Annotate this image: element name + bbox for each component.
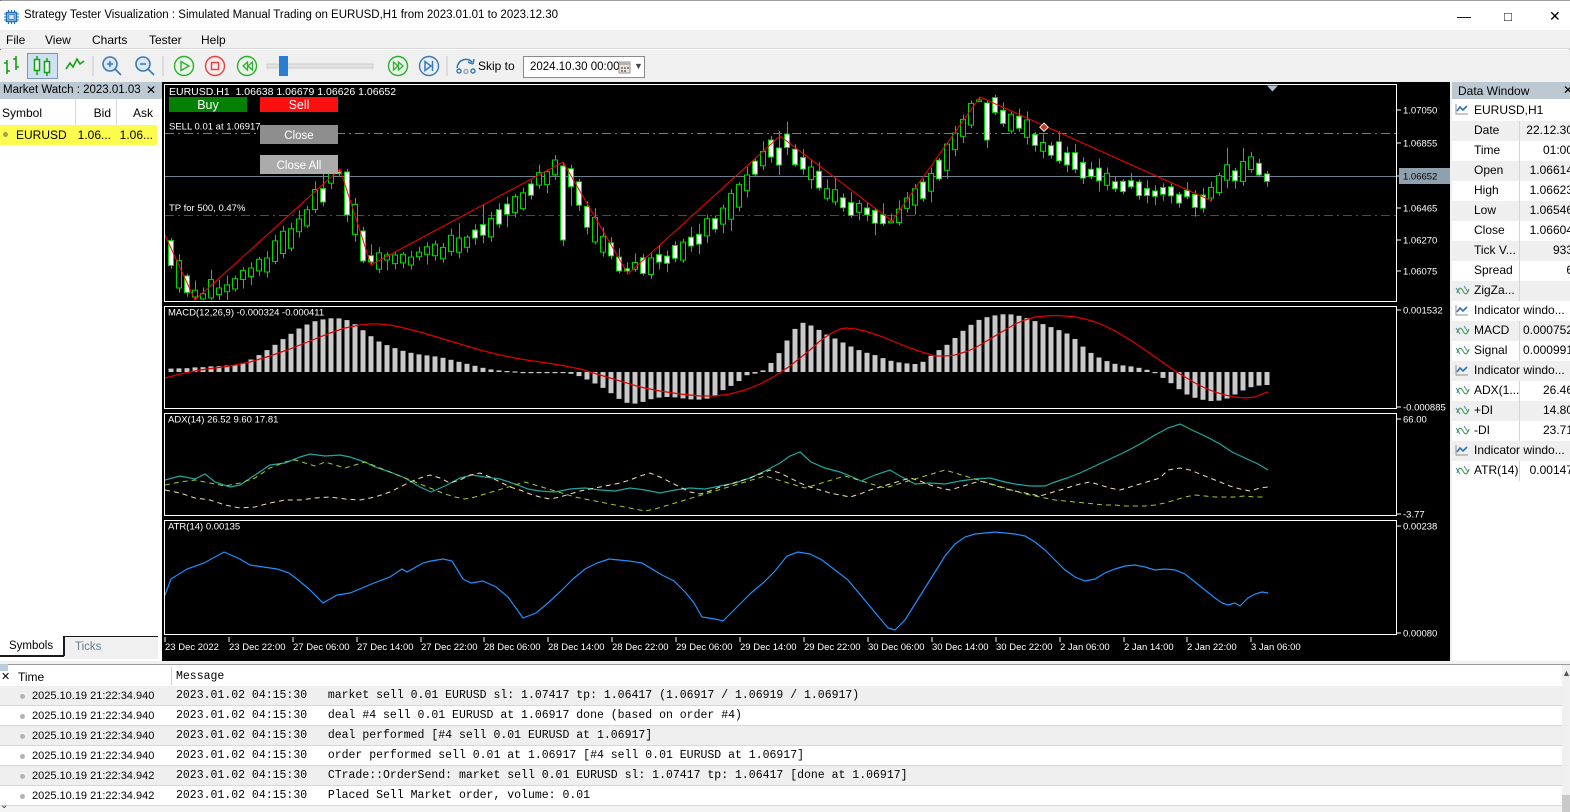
svg-text:MACD(12,26,9) -0.000324 -0.000: MACD(12,26,9) -0.000324 -0.000411 xyxy=(168,308,324,319)
svg-text:28 Dec 22:00: 28 Dec 22:00 xyxy=(612,642,669,653)
svg-text:3 Jan 06:00: 3 Jan 06:00 xyxy=(1251,642,1301,653)
svg-text:ATR(14) 0.00135: ATR(14) 0.00135 xyxy=(168,522,240,533)
svg-text:TP for 500, 0.47%: TP for 500, 0.47% xyxy=(169,203,246,214)
svg-text:2 Jan 06:00: 2 Jan 06:00 xyxy=(1060,642,1110,653)
svg-text:27 Dec 22:00: 27 Dec 22:00 xyxy=(421,642,478,653)
svg-text:Sell: Sell xyxy=(289,98,310,112)
svg-text:-3.77: -3.77 xyxy=(1403,510,1425,521)
svg-text:Close All: Close All xyxy=(277,160,322,172)
svg-text:1.06652: 1.06652 xyxy=(1403,172,1437,183)
svg-text:27 Dec 14:00: 27 Dec 14:00 xyxy=(357,642,414,653)
svg-text:SELL 0.01 at 1.06917: SELL 0.01 at 1.06917 xyxy=(169,122,261,133)
svg-text:2 Jan 14:00: 2 Jan 14:00 xyxy=(1124,642,1174,653)
svg-text:1.06075: 1.06075 xyxy=(1403,267,1437,278)
svg-text:30 Dec 06:00: 30 Dec 06:00 xyxy=(868,642,925,653)
svg-text:1.07050: 1.07050 xyxy=(1403,106,1437,117)
svg-text:0.001532: 0.001532 xyxy=(1403,306,1443,317)
svg-text:-0.000885: -0.000885 xyxy=(1403,403,1446,414)
svg-text:ADX(14) 26.52 9.60 17.81: ADX(14) 26.52 9.60 17.81 xyxy=(168,415,278,426)
svg-text:29 Dec 22:00: 29 Dec 22:00 xyxy=(804,642,861,653)
svg-text:28 Dec 14:00: 28 Dec 14:00 xyxy=(548,642,605,653)
svg-text:1.06270: 1.06270 xyxy=(1403,236,1437,247)
svg-text:EURUSD.H1 1.06638 1.06679 1.0: EURUSD.H1 1.06638 1.06679 1.06626 1.0665… xyxy=(169,86,396,98)
svg-text:23 Dec 2022: 23 Dec 2022 xyxy=(165,642,219,653)
svg-text:27 Dec 06:00: 27 Dec 06:00 xyxy=(293,642,350,653)
svg-text:29 Dec 06:00: 29 Dec 06:00 xyxy=(676,642,733,653)
svg-text:66.00: 66.00 xyxy=(1403,415,1427,426)
svg-text:29 Dec 14:00: 29 Dec 14:00 xyxy=(740,642,797,653)
svg-text:Close: Close xyxy=(284,130,313,142)
svg-text:Buy: Buy xyxy=(197,98,219,112)
svg-text:23 Dec 22:00: 23 Dec 22:00 xyxy=(229,642,286,653)
svg-text:0.00238: 0.00238 xyxy=(1403,522,1437,533)
svg-text:0.00080: 0.00080 xyxy=(1403,629,1437,640)
svg-text:1.06465: 1.06465 xyxy=(1403,204,1437,215)
svg-text:30 Dec 14:00: 30 Dec 14:00 xyxy=(932,642,989,653)
svg-text:28 Dec 06:00: 28 Dec 06:00 xyxy=(484,642,541,653)
svg-text:2 Jan 22:00: 2 Jan 22:00 xyxy=(1187,642,1237,653)
svg-text:1.06855: 1.06855 xyxy=(1403,139,1437,150)
svg-text:30 Dec 22:00: 30 Dec 22:00 xyxy=(996,642,1053,653)
